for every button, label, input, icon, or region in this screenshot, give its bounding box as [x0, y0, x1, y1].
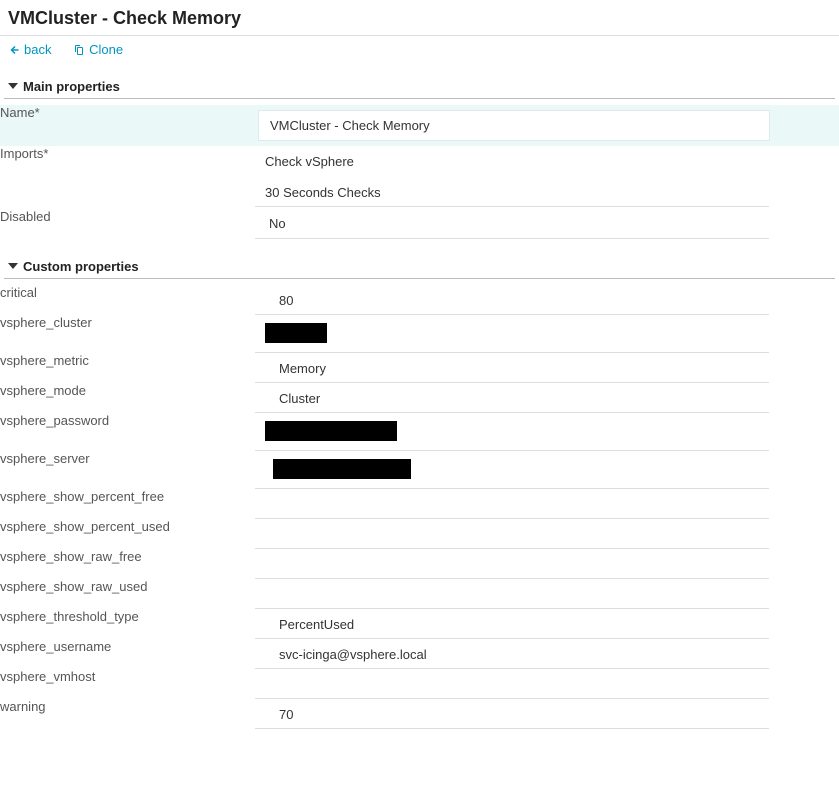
value-vsphere-show-percent-used[interactable] — [255, 519, 769, 549]
label-vsphere-cluster: vsphere_cluster — [0, 315, 255, 353]
label-vsphere-show-raw-free: vsphere_show_raw_free — [0, 549, 255, 579]
label-vsphere-server: vsphere_server — [0, 451, 255, 489]
label-critical: critical — [0, 285, 255, 315]
label-disabled: Disabled — [0, 209, 255, 239]
label-vsphere-password: vsphere_password — [0, 413, 255, 451]
label-vsphere-threshold-type: vsphere_threshold_type — [0, 609, 255, 639]
label-vsphere-metric: vsphere_metric — [0, 353, 255, 383]
redacted-block — [265, 323, 327, 343]
label-vsphere-mode: vsphere_mode — [0, 383, 255, 413]
value-vsphere-username[interactable]: svc-icinga@vsphere.local — [255, 639, 769, 669]
caret-down-icon — [8, 83, 18, 89]
imports-value-1[interactable]: Check vSphere — [255, 146, 769, 175]
label-vsphere-show-raw-used: vsphere_show_raw_used — [0, 579, 255, 609]
label-vsphere-vmhost: vsphere_vmhost — [0, 669, 255, 699]
value-vsphere-mode[interactable]: Cluster — [255, 383, 769, 413]
redacted-block — [273, 459, 411, 479]
clone-link[interactable]: Clone — [73, 42, 123, 57]
imports-value-2[interactable]: 30 Seconds Checks — [255, 177, 769, 207]
value-vsphere-vmhost[interactable] — [255, 669, 769, 699]
value-vsphere-cluster[interactable] — [255, 315, 769, 353]
value-vsphere-show-percent-free[interactable] — [255, 489, 769, 519]
clone-icon — [73, 44, 85, 56]
value-critical[interactable]: 80 — [255, 285, 769, 315]
back-label: back — [24, 42, 51, 57]
section-main-header[interactable]: Main properties — [4, 75, 835, 99]
back-link[interactable]: back — [8, 42, 51, 57]
value-vsphere-metric[interactable]: Memory — [255, 353, 769, 383]
value-vsphere-threshold-type[interactable]: PercentUsed — [255, 609, 769, 639]
caret-down-icon — [8, 263, 18, 269]
value-vsphere-server[interactable] — [255, 451, 769, 489]
value-vsphere-show-raw-free[interactable] — [255, 549, 769, 579]
label-vsphere-show-percent-used: vsphere_show_percent_used — [0, 519, 255, 549]
section-custom-properties: Custom properties critical 80 vsphere_cl… — [0, 255, 839, 729]
value-vsphere-password[interactable] — [255, 413, 769, 451]
label-vsphere-show-percent-free: vsphere_show_percent_free — [0, 489, 255, 519]
disabled-select[interactable]: No — [255, 209, 769, 239]
redacted-block — [265, 421, 397, 441]
value-warning[interactable]: 70 — [255, 699, 769, 729]
value-vsphere-show-raw-used[interactable] — [255, 579, 769, 609]
page-title: VMCluster - Check Memory — [8, 8, 831, 29]
label-vsphere-username: vsphere_username — [0, 639, 255, 669]
arrow-left-icon — [8, 44, 20, 56]
section-main-title: Main properties — [23, 79, 120, 94]
section-custom-header[interactable]: Custom properties — [4, 255, 835, 279]
label-name: Name* — [0, 105, 255, 146]
clone-label: Clone — [89, 42, 123, 57]
label-imports: Imports* — [0, 146, 255, 209]
name-input[interactable] — [259, 111, 769, 140]
section-main-properties: Main properties Name* Imports* Check vSp… — [0, 75, 839, 239]
section-custom-title: Custom properties — [23, 259, 139, 274]
label-warning: warning — [0, 699, 255, 729]
top-actions: back Clone — [0, 36, 839, 69]
